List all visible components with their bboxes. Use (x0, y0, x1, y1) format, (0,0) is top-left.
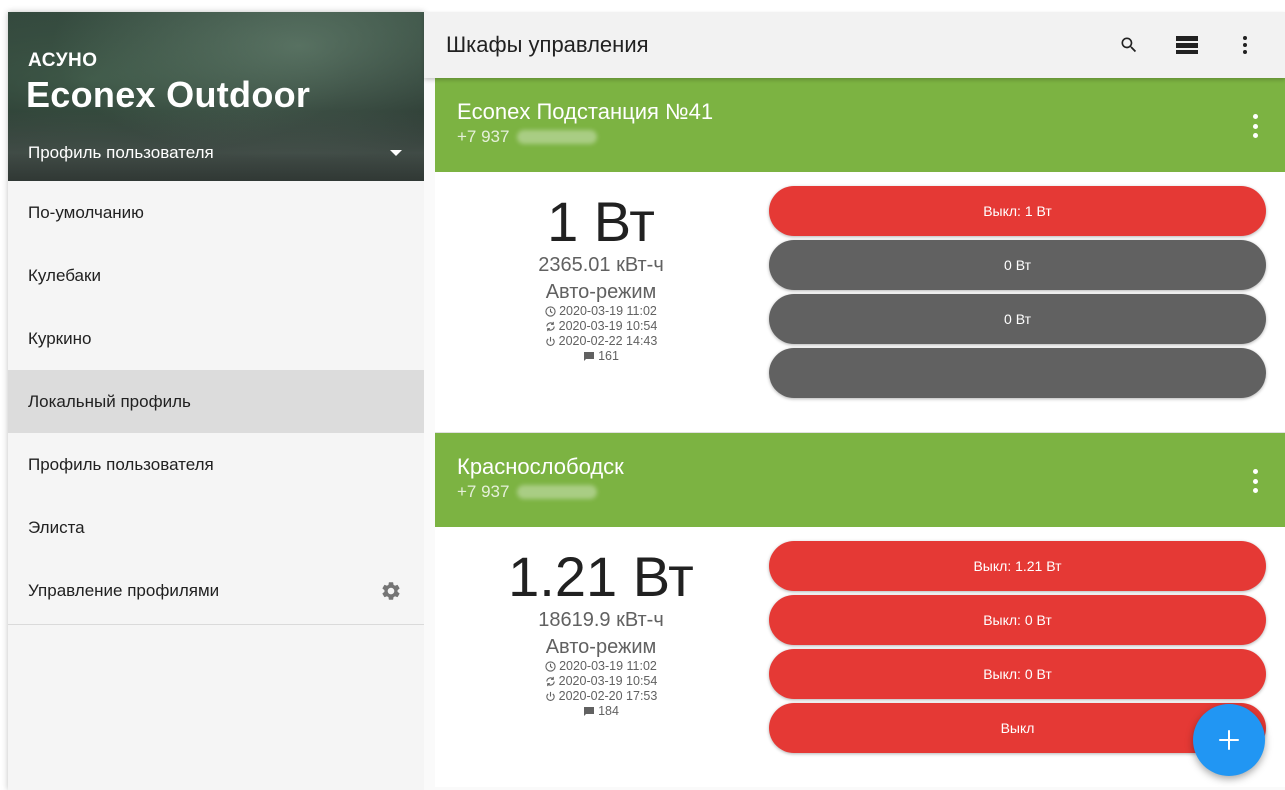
profile-menu: По-умолчанию Кулебаки Куркино Локальный … (8, 181, 424, 622)
time-synced-value: 2020-03-19 10:54 (558, 674, 658, 688)
cabinet-phone: +7 937 (457, 482, 1285, 502)
menu-item-manage-profiles[interactable]: Управление профилями (8, 559, 424, 622)
time-updated: 2020-03-19 11:02 (545, 304, 657, 319)
navigation-drawer: АСУНО Econex Outdoor Профиль пользовател… (8, 12, 424, 790)
phone-prefix: +7 937 (457, 482, 510, 501)
profile-dropdown[interactable]: Профиль пользователя (28, 140, 402, 166)
sync-icon (545, 321, 555, 332)
power-icon (545, 336, 555, 347)
cabinets-list: Econex Подстанция №41 +7 937 1 Вт 2365.0… (435, 78, 1285, 790)
phone-redacted (517, 485, 598, 499)
app-subtitle: АСУНО (28, 50, 98, 71)
menu-item-default[interactable]: По-умолчанию (8, 181, 424, 244)
menu-divider (8, 624, 424, 625)
channel-4-button[interactable]: Выкл (769, 703, 1266, 753)
phone-redacted (517, 130, 598, 144)
menu-item-kulebaki[interactable]: Кулебаки (8, 244, 424, 307)
more-vert-dot (1252, 488, 1258, 493)
cabinet-name: Econex Подстанция №41 (457, 99, 714, 124)
time-updated-value: 2020-03-19 11:02 (559, 659, 657, 673)
phone-prefix: +7 937 (457, 127, 510, 146)
cabinet-name: Краснослободск (457, 454, 624, 479)
main-panel: Шкафы управления Econex Подстанция №41 +… (424, 12, 1285, 790)
drawer-header: АСУНО Econex Outdoor Профиль пользовател… (8, 12, 424, 181)
total-energy: 18619.9 кВт-ч (538, 609, 664, 631)
more-options-button[interactable] (1225, 25, 1265, 65)
menu-item-label: По-умолчанию (28, 202, 144, 222)
total-energy: 2365.01 кВт-ч (538, 254, 664, 276)
card-more-button[interactable] (1243, 112, 1267, 140)
time-synced: 2020-03-19 10:54 (545, 674, 658, 689)
page-title: Шкафы управления (446, 32, 649, 57)
channel-2-button[interactable]: 0 Вт (769, 240, 1266, 290)
clock-icon (545, 306, 556, 317)
view-toggle-button[interactable] (1167, 25, 1207, 65)
plus-icon (1219, 730, 1239, 750)
toolbar: Шкафы управления (424, 12, 1285, 78)
messages-count-value: 161 (598, 349, 619, 363)
time-power: 2020-02-20 17:53 (545, 689, 658, 704)
cabinet-stats: 1.21 Вт 18619.9 кВт-ч Авто-режим 2020-03… (435, 527, 767, 787)
more-vert-dot (1252, 123, 1258, 129)
sync-icon (545, 676, 555, 687)
gear-icon (382, 581, 400, 600)
menu-item-label: Элиста (28, 517, 85, 537)
card-header[interactable]: Краснослободск +7 937 (435, 433, 1285, 527)
more-vert-dot (1252, 133, 1258, 138)
card-header[interactable]: Econex Подстанция №41 +7 937 (435, 78, 1285, 172)
channel-buttons: Выкл: 1 Вт 0 Вт 0 Вт (767, 172, 1285, 432)
add-cabinet-button[interactable] (1193, 704, 1265, 776)
clock-icon (545, 661, 556, 672)
message-icon (584, 707, 595, 716)
time-power-value: 2020-02-20 17:53 (558, 689, 658, 703)
channel-1-button[interactable]: Выкл: 1.21 Вт (769, 541, 1266, 591)
current-power: 1 Вт (547, 190, 655, 253)
more-vert-icon (1252, 114, 1258, 119)
time-synced-value: 2020-03-19 10:54 (558, 319, 658, 333)
message-icon (584, 352, 595, 361)
menu-item-label: Профиль пользователя (28, 454, 214, 474)
cabinet-phone: +7 937 (457, 127, 1285, 147)
cabinet-stats: 1 Вт 2365.01 кВт-ч Авто-режим 2020-03-19… (435, 172, 767, 432)
menu-item-elista[interactable]: Элиста (8, 496, 424, 559)
channel-3-button[interactable]: Выкл: 0 Вт (769, 649, 1266, 699)
channel-4-button[interactable] (769, 348, 1266, 398)
profile-dropdown-label: Профиль пользователя (28, 143, 214, 162)
menu-item-local-profile[interactable]: Локальный профиль (8, 370, 424, 433)
menu-item-label: Куркино (28, 328, 92, 348)
operating-mode: Авто-режим (545, 636, 657, 658)
search-icon (1121, 37, 1137, 53)
view-list-icon (1176, 36, 1198, 54)
card-body: 1 Вт 2365.01 кВт-ч Авто-режим 2020-03-19… (435, 172, 1285, 432)
time-power-value: 2020-02-22 14:43 (558, 334, 658, 348)
more-vert-dot (1252, 478, 1258, 484)
app-title: Econex Outdoor (26, 74, 311, 115)
menu-item-label: Локальный профиль (28, 391, 191, 411)
more-vert-icon (1243, 36, 1247, 54)
dropdown-caret-icon (390, 150, 402, 156)
current-power: 1.21 Вт (508, 545, 694, 608)
menu-item-label: Управление профилями (28, 580, 220, 600)
channel-2-button[interactable]: Выкл: 0 Вт (769, 595, 1266, 645)
menu-item-kurkino[interactable]: Куркино (8, 307, 424, 370)
messages-count-value: 184 (598, 704, 619, 718)
cabinet-card: Econex Подстанция №41 +7 937 1 Вт 2365.0… (435, 78, 1285, 432)
search-button[interactable] (1109, 25, 1149, 65)
power-icon (545, 691, 555, 702)
messages-count: 184 (583, 704, 619, 719)
channel-3-button[interactable]: 0 Вт (769, 294, 1266, 344)
operating-mode: Авто-режим (545, 281, 657, 303)
menu-item-user-profile[interactable]: Профиль пользователя (8, 433, 424, 496)
channel-1-button[interactable]: Выкл: 1 Вт (769, 186, 1266, 236)
card-more-button[interactable] (1243, 467, 1267, 495)
cabinet-card: Краснослободск +7 937 1.21 Вт 18619.9 кВ… (435, 433, 1285, 787)
menu-item-label: Кулебаки (28, 265, 101, 285)
more-vert-icon (1252, 469, 1258, 474)
card-body: 1.21 Вт 18619.9 кВт-ч Авто-режим 2020-03… (435, 527, 1285, 787)
time-updated-value: 2020-03-19 11:02 (559, 304, 657, 318)
time-updated: 2020-03-19 11:02 (545, 659, 657, 674)
messages-count: 161 (583, 349, 619, 364)
time-power: 2020-02-22 14:43 (545, 334, 658, 349)
time-synced: 2020-03-19 10:54 (545, 319, 658, 334)
